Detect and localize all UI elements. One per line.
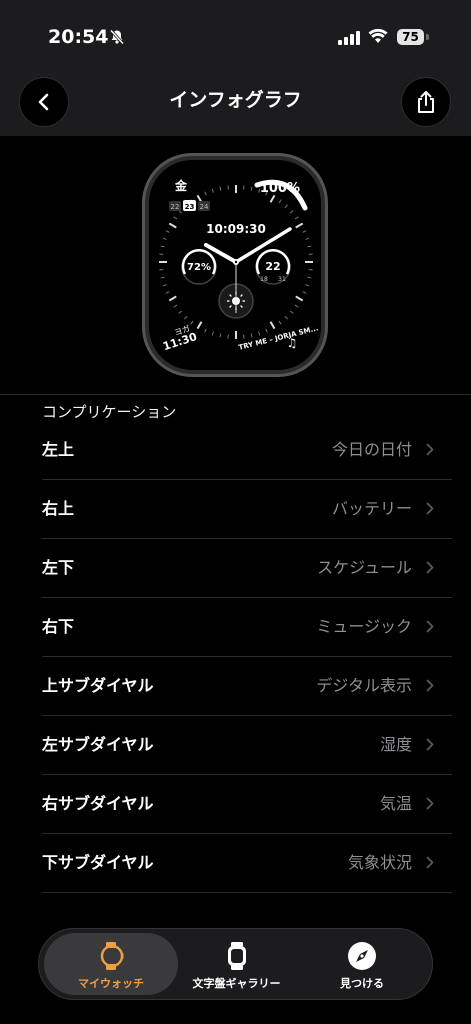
chevron-right-icon [426,502,434,515]
tab-label: 見つける [340,977,384,990]
humidity-value: 72% [187,262,211,273]
chevron-right-icon [426,856,434,869]
tab-face-gallery[interactable]: 文字盤ギャラリー [179,933,294,995]
complication-row-bottom-subdial[interactable]: 下サブダイヤル 気象状況 [42,834,452,893]
tab-discover[interactable]: 見つける [297,933,427,995]
cellular-signal-icon [338,30,360,49]
watch-icon [100,942,124,970]
temperature-value: 22 [265,260,280,273]
page-title: インフォグラフ [169,89,302,111]
tab-label: マイウォッチ [78,977,144,990]
complication-row-bottom-left[interactable]: 左下 スケジュール [42,539,452,598]
complication-list: 左上 今日の日付 右上 バッテリー 左下 スケジュール 右下 ミュージック 上サ… [42,421,452,893]
status-time: 20:54 [48,26,109,48]
row-value: スケジュール [317,558,412,577]
row-label: 下サブダイヤル [42,853,154,872]
chevron-left-icon [38,93,49,111]
date-prev: 22 [171,203,180,211]
battery-percent: 100% [260,181,300,196]
complication-row-top-left[interactable]: 左上 今日の日付 [42,421,452,480]
row-label: 右下 [42,617,75,636]
battery-tip [426,34,429,40]
status-bar: 20:54 75 [0,0,471,70]
chevron-right-icon [426,797,434,810]
date-today: 23 [185,203,195,211]
navigation-bar: インフォグラフ [0,70,471,136]
row-label: 左上 [42,440,75,459]
digital-time: 10:09:30 [206,222,266,236]
temperature-high: 31 [278,276,286,283]
chevron-right-icon [426,620,434,633]
row-value: ミュージック [316,617,412,636]
temperature-low: 18 [260,276,268,283]
date-next: 24 [200,203,209,211]
row-label: 左下 [42,558,75,577]
row-value: バッテリー [331,499,412,518]
row-label: 右上 [42,499,75,518]
complication-row-bottom-right[interactable]: 右下 ミュージック [42,598,452,657]
compass-icon [348,942,376,970]
complication-row-top-right[interactable]: 右上 バッテリー [42,480,452,539]
watch-face-preview[interactable]: 金 22 23 24 100% 10:09:30 72% 22 18 31 ヨガ… [140,150,330,380]
row-label: 上サブダイヤル [42,676,154,695]
complication-row-right-subdial[interactable]: 右サブダイヤル 気温 [42,775,452,834]
complication-row-top-subdial[interactable]: 上サブダイヤル デジタル表示 [42,657,452,716]
tab-bar: マイウォッチ 文字盤ギャラリー 見つける [38,928,433,1000]
chevron-right-icon [426,561,434,574]
row-value: 今日の日付 [331,440,412,459]
music-note-icon: ♫ [287,336,298,350]
share-button[interactable] [401,77,451,127]
chevron-right-icon [426,679,434,692]
tab-my-watch[interactable]: マイウォッチ [44,933,178,995]
back-button[interactable] [19,77,69,127]
weekday-label: 金 [174,178,188,193]
row-value: 気象状況 [347,853,412,872]
row-label: 左サブダイヤル [42,735,154,754]
row-value: デジタル表示 [316,676,412,695]
complication-row-left-subdial[interactable]: 左サブダイヤル 湿度 [42,716,452,775]
battery-level: 75 [397,29,424,45]
watch-face-icon [227,942,246,970]
chevron-right-icon [426,738,434,751]
row-label: 右サブダイヤル [42,794,154,813]
chevron-right-icon [426,443,434,456]
bell-slash-icon [109,29,125,49]
wifi-icon [368,28,388,48]
share-icon [418,91,434,113]
section-divider [0,394,471,395]
section-title: コンプリケーション [42,403,177,421]
tab-label: 文字盤ギャラリー [192,977,281,990]
row-value: 湿度 [379,735,412,754]
row-value: 気温 [379,794,412,813]
